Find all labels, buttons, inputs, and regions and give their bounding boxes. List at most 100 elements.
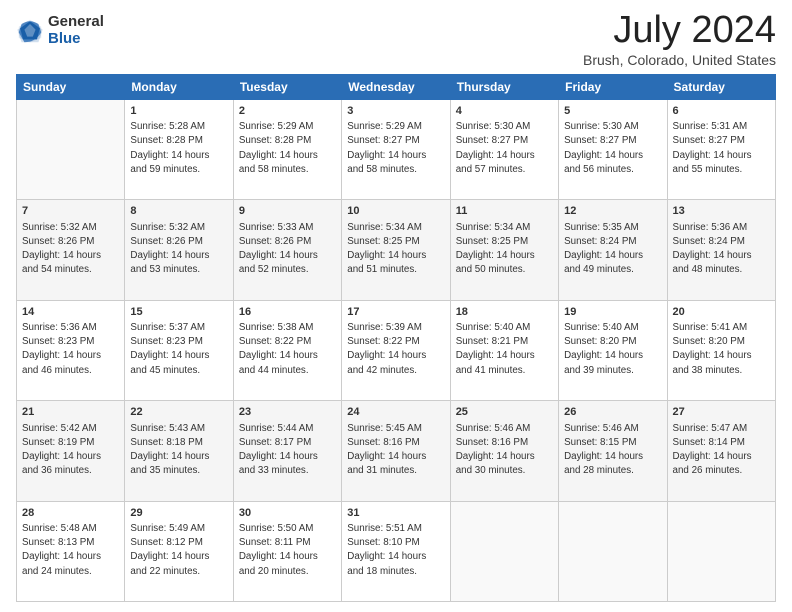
day-number: 3 xyxy=(347,104,444,119)
day-cell: 23 Sunrise: 5:44 AMSunset: 8:17 PMDayligh… xyxy=(233,401,341,501)
th-saturday: Saturday xyxy=(667,74,775,99)
day-cell: 13 Sunrise: 5:36 AMSunset: 8:24 PMDayligh… xyxy=(667,200,775,300)
day-info: Sunrise: 5:33 AMSunset: 8:26 PMDaylight:… xyxy=(239,221,336,278)
day-number: 23 xyxy=(239,405,336,420)
day-cell: 7Sunrise: 5:32 AMSunset: 8:26 PMDaylight… xyxy=(17,200,125,300)
day-info: Sunrise: 5:44 AMSunset: 8:17 PMDaylight:… xyxy=(239,422,336,479)
day-cell xyxy=(450,501,558,601)
day-info: Sunrise: 5:36 AMSunset: 8:23 PMDaylight:… xyxy=(22,321,119,378)
day-cell: 17Sunrise: 5:39 AMSunset: 8:22 PMDayligh… xyxy=(342,300,450,400)
day-cell: 6Sunrise: 5:31 AMSunset: 8:27 PMDaylight… xyxy=(667,99,775,199)
day-cell: 4Sunrise: 5:30 AMSunset: 8:27 PMDaylight… xyxy=(450,99,558,199)
day-info: Sunrise: 5:35 AMSunset: 8:24 PMDaylight:… xyxy=(564,221,661,278)
title-block: July 2024 Brush, Colorado, United States xyxy=(583,10,776,68)
th-wednesday: Wednesday xyxy=(342,74,450,99)
day-info: Sunrise: 5:31 AMSunset: 8:27 PMDaylight:… xyxy=(673,120,770,177)
day-number: 18 xyxy=(456,305,553,320)
day-info: Sunrise: 5:40 AMSunset: 8:21 PMDaylight:… xyxy=(456,321,553,378)
weekday-row: Sunday Monday Tuesday Wednesday Thursday… xyxy=(17,74,776,99)
day-cell: 14Sunrise: 5:36 AMSunset: 8:23 PMDayligh… xyxy=(17,300,125,400)
day-number: 19 xyxy=(564,305,661,320)
day-info: Sunrise: 5:42 AMSunset: 8:19 PMDaylight:… xyxy=(22,422,119,479)
calendar-header: Sunday Monday Tuesday Wednesday Thursday… xyxy=(17,74,776,99)
day-number: 10 xyxy=(347,204,444,219)
day-cell: 26Sunrise: 5:46 AMSunset: 8:15 PMDayligh… xyxy=(559,401,667,501)
logo-text: General Blue xyxy=(48,14,104,47)
day-cell: 15Sunrise: 5:37 AMSunset: 8:23 PMDayligh… xyxy=(125,300,233,400)
day-number: 4 xyxy=(456,104,553,119)
calendar: Sunday Monday Tuesday Wednesday Thursday… xyxy=(16,74,776,602)
day-number: 24 xyxy=(347,405,444,420)
day-info: Sunrise: 5:29 AMSunset: 8:27 PMDaylight:… xyxy=(347,120,444,177)
day-number: 31 xyxy=(347,506,444,521)
day-cell: 29Sunrise: 5:49 AMSunset: 8:12 PMDayligh… xyxy=(125,501,233,601)
day-number: 12 xyxy=(564,204,661,219)
day-number: 14 xyxy=(22,305,119,320)
day-info: Sunrise: 5:47 AMSunset: 8:14 PMDaylight:… xyxy=(673,422,770,479)
calendar-body: 1Sunrise: 5:28 AMSunset: 8:28 PMDaylight… xyxy=(17,99,776,601)
day-number: 7 xyxy=(22,204,119,219)
day-number: 6 xyxy=(673,104,770,119)
day-info: Sunrise: 5:30 AMSunset: 8:27 PMDaylight:… xyxy=(456,120,553,177)
day-cell xyxy=(559,501,667,601)
day-number: 30 xyxy=(239,506,336,521)
day-info: Sunrise: 5:28 AMSunset: 8:28 PMDaylight:… xyxy=(130,120,227,177)
day-info: Sunrise: 5:30 AMSunset: 8:27 PMDaylight:… xyxy=(564,120,661,177)
day-cell: 3Sunrise: 5:29 AMSunset: 8:27 PMDaylight… xyxy=(342,99,450,199)
day-cell: 25Sunrise: 5:46 AMSunset: 8:16 PMDayligh… xyxy=(450,401,558,501)
day-number: 15 xyxy=(130,305,227,320)
day-cell: 28Sunrise: 5:48 AMSunset: 8:13 PMDayligh… xyxy=(17,501,125,601)
day-number: 29 xyxy=(130,506,227,521)
subtitle: Brush, Colorado, United States xyxy=(583,52,776,68)
day-number: 8 xyxy=(130,204,227,219)
day-cell: 12 Sunrise: 5:35 AMSunset: 8:24 PMDayligh… xyxy=(559,200,667,300)
th-friday: Friday xyxy=(559,74,667,99)
day-number: 11 xyxy=(456,204,553,219)
day-cell: 9Sunrise: 5:33 AMSunset: 8:26 PMDaylight… xyxy=(233,200,341,300)
logo: General Blue xyxy=(16,14,104,47)
day-info: Sunrise: 5:37 AMSunset: 8:23 PMDaylight:… xyxy=(130,321,227,378)
day-cell: 10Sunrise: 5:34 AMSunset: 8:25 PMDayligh… xyxy=(342,200,450,300)
day-info: Sunrise: 5:43 AMSunset: 8:18 PMDaylight:… xyxy=(130,422,227,479)
week-row-3: 21 Sunrise: 5:42 AMSunset: 8:19 PMDayligh… xyxy=(17,401,776,501)
th-monday: Monday xyxy=(125,74,233,99)
day-number: 21 xyxy=(22,405,119,420)
day-cell: 20Sunrise: 5:41 AMSunset: 8:20 PMDayligh… xyxy=(667,300,775,400)
day-info: Sunrise: 5:46 AMSunset: 8:15 PMDaylight:… xyxy=(564,422,661,479)
day-cell: 11 Sunrise: 5:34 AMSunset: 8:25 PMDayligh… xyxy=(450,200,558,300)
day-info: Sunrise: 5:34 AMSunset: 8:25 PMDaylight:… xyxy=(456,221,553,278)
day-cell: 21 Sunrise: 5:42 AMSunset: 8:19 PMDayligh… xyxy=(17,401,125,501)
th-thursday: Thursday xyxy=(450,74,558,99)
day-cell: 31Sunrise: 5:51 AMSunset: 8:10 PMDayligh… xyxy=(342,501,450,601)
main-title: July 2024 xyxy=(583,10,776,52)
day-cell: 18Sunrise: 5:40 AMSunset: 8:21 PMDayligh… xyxy=(450,300,558,400)
header: General Blue July 2024 Brush, Colorado, … xyxy=(16,10,776,68)
day-number: 27 xyxy=(673,405,770,420)
day-info: Sunrise: 5:48 AMSunset: 8:13 PMDaylight:… xyxy=(22,522,119,579)
day-cell: 2Sunrise: 5:29 AMSunset: 8:28 PMDaylight… xyxy=(233,99,341,199)
day-info: Sunrise: 5:40 AMSunset: 8:20 PMDaylight:… xyxy=(564,321,661,378)
logo-general: General xyxy=(48,14,104,31)
day-number: 16 xyxy=(239,305,336,320)
day-number: 5 xyxy=(564,104,661,119)
page: General Blue July 2024 Brush, Colorado, … xyxy=(0,0,792,612)
day-number: 25 xyxy=(456,405,553,420)
day-number: 17 xyxy=(347,305,444,320)
day-number: 28 xyxy=(22,506,119,521)
day-cell: 22Sunrise: 5:43 AMSunset: 8:18 PMDayligh… xyxy=(125,401,233,501)
day-number: 13 xyxy=(673,204,770,219)
day-info: Sunrise: 5:36 AMSunset: 8:24 PMDaylight:… xyxy=(673,221,770,278)
day-info: Sunrise: 5:45 AMSunset: 8:16 PMDaylight:… xyxy=(347,422,444,479)
day-cell: 19Sunrise: 5:40 AMSunset: 8:20 PMDayligh… xyxy=(559,300,667,400)
day-info: Sunrise: 5:29 AMSunset: 8:28 PMDaylight:… xyxy=(239,120,336,177)
day-cell: 24 Sunrise: 5:45 AMSunset: 8:16 PMDayligh… xyxy=(342,401,450,501)
day-cell: 30Sunrise: 5:50 AMSunset: 8:11 PMDayligh… xyxy=(233,501,341,601)
day-cell xyxy=(17,99,125,199)
logo-blue: Blue xyxy=(48,31,104,48)
day-cell xyxy=(667,501,775,601)
day-info: Sunrise: 5:51 AMSunset: 8:10 PMDaylight:… xyxy=(347,522,444,579)
day-number: 1 xyxy=(130,104,227,119)
day-number: 20 xyxy=(673,305,770,320)
logo-icon xyxy=(16,17,44,45)
day-info: Sunrise: 5:32 AMSunset: 8:26 PMDaylight:… xyxy=(130,221,227,278)
